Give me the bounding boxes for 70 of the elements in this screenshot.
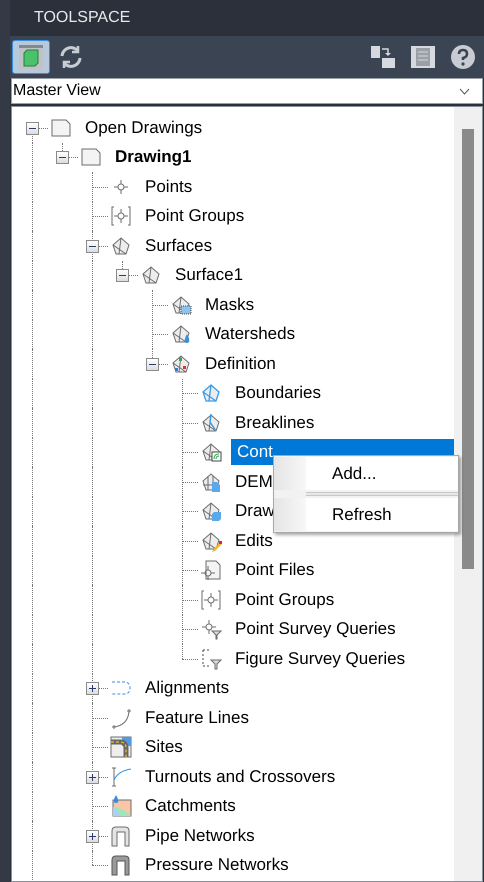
tree-item[interactable]: Edits: [231, 528, 273, 554]
tree-item[interactable]: Point Files: [231, 557, 314, 584]
surface-pencil-icon: [200, 530, 222, 552]
table-arrow-icon: [370, 44, 396, 70]
tree-item[interactable]: Masks: [201, 292, 254, 318]
tree-item[interactable]: Point Groups: [141, 203, 244, 230]
tree-item[interactable]: Surface1: [171, 262, 244, 288]
tree-item[interactable]: Sites: [141, 734, 183, 760]
dashed-frame-funnel-icon: [200, 648, 222, 670]
refresh-icon: [58, 44, 84, 70]
expand-toggle[interactable]: [86, 830, 99, 843]
pressure-pipe-icon: [110, 854, 132, 876]
tree-item[interactable]: Surfaces: [141, 232, 212, 259]
tree-item[interactable]: Boundaries: [231, 380, 322, 406]
menu-item[interactable]: Refresh: [274, 498, 458, 531]
crosshair-funnel-icon: [200, 618, 222, 640]
chevron-down-icon: [459, 88, 470, 94]
surface-icon: [140, 264, 162, 286]
document-icon: [50, 116, 72, 139]
tree-item[interactable]: Draw: [231, 498, 275, 524]
document-icon: [80, 146, 102, 168]
scrollbar-thumb[interactable]: [462, 129, 474, 569]
collapse-toggle[interactable]: [56, 151, 69, 164]
surface-definition-icon: [170, 352, 192, 375]
toolbar-button[interactable]: [12, 40, 50, 74]
tree-item[interactable]: Breaklines: [231, 410, 314, 436]
tree-item[interactable]: Alignments: [141, 675, 230, 702]
pipe-icon: [110, 824, 132, 847]
tree-item[interactable]: Catchments: [141, 793, 236, 820]
surface-boundary-icon: [200, 382, 222, 404]
bracketed-crosshair-icon: [110, 205, 132, 228]
branching-track-icon: [110, 766, 132, 788]
tree-item[interactable]: Figure Survey Queries: [231, 646, 406, 672]
catchment-map-icon: [110, 795, 132, 818]
dropdown-value: Master View: [13, 81, 102, 101]
window-title: TOOLSPACE: [34, 8, 130, 28]
expand-toggle[interactable]: [86, 770, 99, 784]
tree-item[interactable]: Turnouts and Crossovers: [141, 764, 336, 790]
collapse-toggle[interactable]: [146, 358, 159, 371]
surface-icon: [110, 234, 132, 257]
tree-item[interactable]: Point Survey Queries: [231, 616, 396, 642]
menu-item[interactable]: Add...: [274, 457, 458, 490]
panel-icon: [410, 44, 436, 70]
surface-cube-icon: [200, 500, 222, 522]
help-icon: [450, 44, 476, 70]
bracketed-crosshair-icon: [200, 588, 222, 611]
cube-window-icon: [18, 44, 44, 70]
surface-file-icon: [200, 470, 222, 493]
tree-item[interactable]: Watersheds: [201, 321, 296, 348]
surface-breakline-icon: [200, 412, 222, 434]
view-dropdown[interactable]: Master View: [11, 78, 483, 104]
tree-item[interactable]: Point Groups: [231, 586, 334, 613]
road-corner-icon: [110, 736, 132, 758]
tree-item[interactable]: Points: [141, 174, 192, 200]
expand-toggle[interactable]: [86, 682, 99, 696]
tree-item[interactable]: Drawing1: [111, 144, 192, 170]
tree-item[interactable]: Open Drawings: [81, 114, 202, 141]
tree-item[interactable]: Pressure Networks: [141, 852, 289, 878]
collapse-toggle[interactable]: [116, 269, 129, 282]
surface-drop-icon: [170, 323, 192, 346]
curve-icon: [110, 706, 132, 729]
surface-contour-icon: [200, 441, 222, 464]
document-crosshair-icon: [200, 559, 222, 582]
tree-item[interactable]: Pipe Networks: [141, 822, 255, 849]
tree-item[interactable]: Definition: [201, 350, 276, 377]
collapse-toggle[interactable]: [86, 240, 99, 253]
surface-mask-icon: [170, 294, 192, 316]
collapse-toggle[interactable]: [26, 122, 39, 135]
tree-item[interactable]: Feature Lines: [141, 704, 249, 731]
tree-item[interactable]: DEM: [231, 468, 273, 495]
